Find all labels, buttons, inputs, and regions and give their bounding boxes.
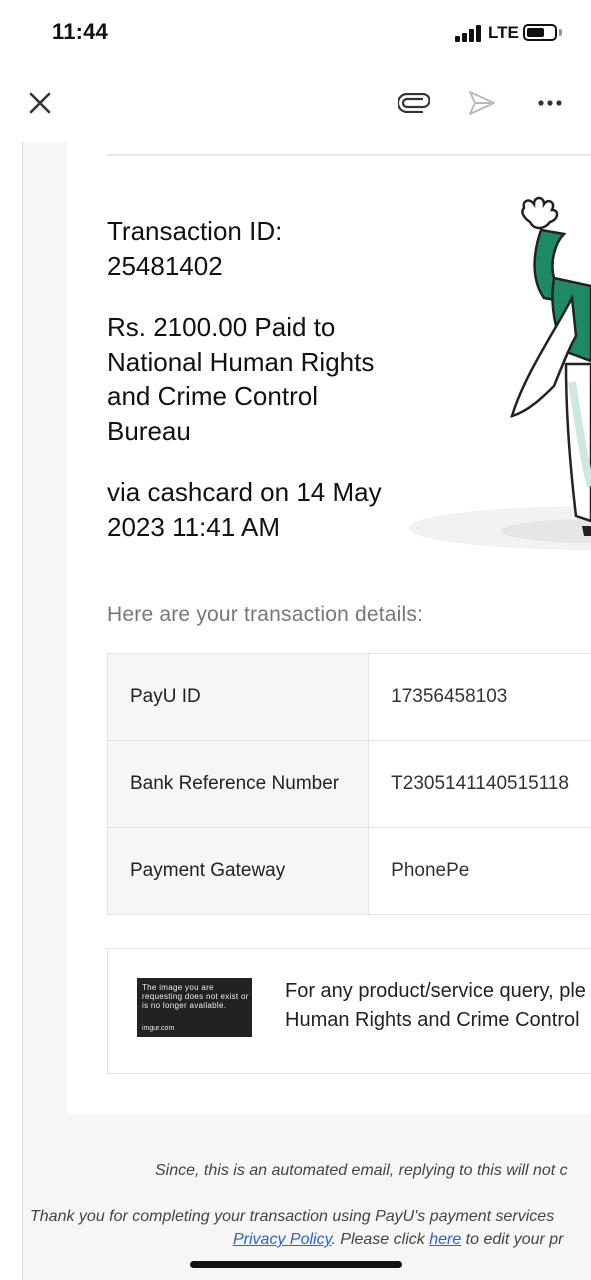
transaction-details-table: PayU ID 17356458103 Bank Reference Numbe… (106, 653, 591, 915)
support-query-line: Human Rights and Crime Control (285, 1009, 580, 1031)
footer-text: . Please click (331, 1231, 430, 1248)
signal-icon (455, 24, 483, 42)
card-divider (107, 154, 591, 156)
broken-image-source: imgur.com (142, 1025, 175, 1032)
payment-method-date-text: via cashcard on 14 May 2023 11:41 AM (107, 477, 382, 542)
status-time: 11:44 (52, 19, 109, 44)
mail-toolbar (0, 70, 591, 136)
detail-value: PhonePe (368, 827, 591, 915)
table-row: PayU ID 17356458103 (106, 653, 591, 741)
footer-links-line: Privacy Policy. Please click here to edi… (233, 1231, 564, 1249)
close-icon (29, 92, 51, 114)
merchant-logo-placeholder: The image you are requesting does not ex… (137, 978, 252, 1037)
footer-text: to edit your pr (461, 1231, 564, 1248)
paperclip-icon (398, 93, 430, 113)
table-row: Payment Gateway PhonePe (106, 827, 591, 915)
support-query-line: For any product/service query, ple (285, 980, 586, 1002)
detail-label: Bank Reference Number (106, 740, 370, 828)
table-row: Bank Reference Number T2305141140515118 (106, 740, 591, 828)
battery-icon (523, 24, 557, 41)
send-button[interactable] (462, 70, 502, 136)
close-button[interactable] (20, 70, 60, 136)
battery-tip (559, 29, 562, 36)
detail-value: T2305141140515118 (368, 740, 591, 828)
network-type: LTE (488, 23, 519, 42)
privacy-policy-link[interactable]: Privacy Policy (233, 1231, 331, 1248)
celebration-illustration (408, 196, 591, 550)
more-options-button[interactable] (530, 70, 570, 136)
home-indicator[interactable] (190, 1261, 402, 1268)
support-query-box: The image you are requesting does not ex… (107, 948, 591, 1074)
automated-email-notice: Since, this is an automated email, reply… (155, 1162, 568, 1179)
broken-image-message: The image you are requesting does not ex… (142, 983, 249, 1010)
payment-summary-text: Rs. 2100.00 Paid to National Human Right… (107, 312, 375, 446)
more-horizontal-icon (538, 100, 562, 106)
status-bar: 11:44 LTE (0, 0, 591, 66)
edit-preferences-link[interactable]: here (429, 1231, 461, 1248)
transaction-id-text: Transaction ID: 25481402 (107, 216, 283, 281)
attach-button[interactable] (394, 70, 434, 136)
detail-label: PayU ID (106, 653, 370, 741)
detail-value: 17356458103 (368, 653, 591, 741)
send-icon (469, 91, 495, 115)
details-heading: Here are your transaction details: (107, 603, 424, 626)
detail-label: Payment Gateway (106, 827, 370, 915)
thank-you-notice: Thank you for completing your transactio… (30, 1208, 555, 1225)
support-query-text: For any product/service query, ple Human… (285, 977, 591, 1035)
